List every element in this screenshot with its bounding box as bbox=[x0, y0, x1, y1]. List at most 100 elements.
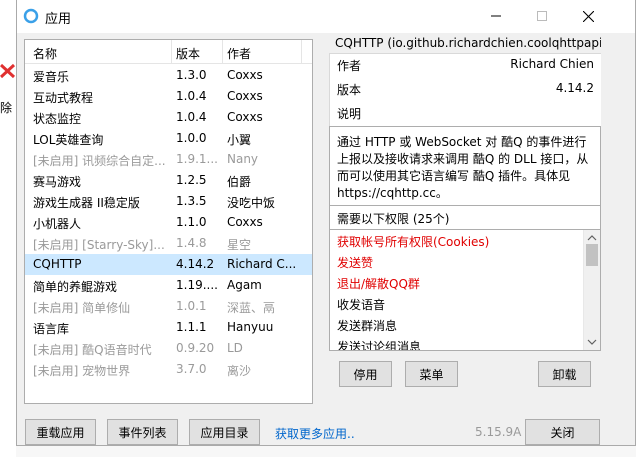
maximize-button[interactable] bbox=[519, 0, 565, 32]
app-row[interactable]: 爱音乐 1.3.0 Coxxs bbox=[25, 65, 312, 86]
minimize-button[interactable] bbox=[473, 0, 519, 32]
app-row[interactable]: [未启用] 讯频综合自定... 1.9.1... Nany bbox=[25, 149, 312, 170]
column-header-version[interactable]: 版本 bbox=[176, 45, 200, 62]
app-name-cell: [未启用] 宠物世界 bbox=[33, 364, 131, 378]
app-author-cell: Richard C... bbox=[227, 257, 297, 271]
meta-desc-label: 说明 bbox=[337, 107, 362, 121]
background-partial-text: 除 bbox=[0, 101, 13, 115]
permissions-title: 需要以下权限 (25个) bbox=[337, 212, 450, 226]
column-divider[interactable] bbox=[301, 40, 302, 64]
menu-button[interactable]: 菜单 bbox=[405, 361, 458, 387]
app-author-cell: Coxxs bbox=[227, 68, 263, 82]
column-header-name[interactable]: 名称 bbox=[33, 45, 57, 62]
maximize-icon bbox=[537, 11, 547, 21]
apps-window: 应用 名称 版本 作者 爱音乐 1.3.0 Coxxs 互动式教程 1.0.4 Coxxs… bbox=[16, 0, 636, 446]
uninstall-button[interactable]: 卸载 bbox=[538, 361, 591, 387]
close-x-icon bbox=[0, 63, 16, 79]
app-name-cell: [未启用] 讯频综合自定... bbox=[33, 154, 166, 168]
app-author-cell: 小翼 bbox=[227, 133, 252, 147]
app-name-cell: CQHTTP bbox=[33, 257, 82, 271]
app-row[interactable]: 互动式教程 1.0.4 Coxxs bbox=[25, 86, 312, 107]
app-author-cell: Coxxs bbox=[227, 89, 263, 103]
app-row[interactable]: 赛马游戏 1.2.5 伯爵 bbox=[25, 170, 312, 191]
meta-desc-row: 说明 bbox=[330, 102, 601, 126]
app-version-cell: 1.3.5 bbox=[176, 194, 207, 208]
permission-item: 收发语音 bbox=[337, 298, 386, 312]
app-row[interactable]: [未启用] 酷Q语音时代 0.9.20 LD bbox=[25, 338, 312, 359]
app-author-cell: LD bbox=[227, 341, 243, 355]
meta-version-label: 版本 bbox=[337, 83, 362, 97]
app-name-cell: [未启用] 简单修仙 bbox=[33, 301, 131, 315]
app-name-cell: 爱音乐 bbox=[33, 70, 70, 84]
column-divider[interactable] bbox=[171, 40, 172, 64]
app-author-cell: 伯爵 bbox=[227, 175, 252, 189]
app-author-cell: 没吃中饭 bbox=[227, 196, 276, 210]
app-row[interactable]: 游戏生成器 II稳定版 1.3.5 没吃中饭 bbox=[25, 191, 312, 212]
app-version-label: 5.15.9A bbox=[475, 425, 522, 439]
app-version-cell: 4.14.2 bbox=[176, 257, 215, 271]
scroll-thumb[interactable] bbox=[586, 244, 598, 266]
plugin-full-name: CQHTTP (io.github.richardchien.coolqhttp… bbox=[335, 36, 601, 50]
permissions-list[interactable]: 获取帐号所有权限(Cookies) 发送赞 退出/解散QQ群 收发语音 发送群消息 发送讨… bbox=[329, 230, 601, 351]
app-version-cell: 1.0.0 bbox=[176, 131, 207, 145]
background-strip bbox=[16, 446, 636, 457]
app-directory-button[interactable]: 应用目录 bbox=[189, 419, 260, 445]
app-version-cell: 0.9.20 bbox=[176, 341, 215, 355]
app-version-cell: 1.4.8 bbox=[176, 236, 207, 250]
permission-item: 发送讨论组消息 bbox=[337, 340, 422, 351]
app-version-cell: 1.0.4 bbox=[176, 110, 207, 124]
scroll-down-icon[interactable] bbox=[587, 337, 597, 347]
plugin-description: 通过 HTTP 或 WebSocket 对 酷Q 的事件进行上报以及接收请求来调… bbox=[337, 135, 589, 200]
window-title: 应用 bbox=[45, 12, 72, 27]
app-version-cell: 1.0.4 bbox=[176, 89, 207, 103]
meta-version-row: 版本 4.14.2 bbox=[330, 78, 601, 102]
disable-button[interactable]: 停用 bbox=[339, 361, 392, 387]
app-version-cell: 1.9.1... bbox=[176, 152, 218, 166]
minimize-icon bbox=[491, 15, 501, 17]
app-row[interactable]: LOL英雄查询 1.0.0 小翼 bbox=[25, 128, 312, 149]
get-more-apps-link[interactable]: 获取更多应用.. bbox=[275, 425, 355, 442]
close-icon bbox=[582, 10, 594, 22]
app-list[interactable]: 名称 版本 作者 爱音乐 1.3.0 Coxxs 互动式教程 1.0.4 Coxxs 状态监… bbox=[24, 39, 313, 404]
app-row[interactable]: 简单的养鲲游戏 1.19.... Agam bbox=[25, 275, 312, 296]
event-list-button[interactable]: 事件列表 bbox=[107, 419, 178, 445]
app-row[interactable]: 语言库 1.1.1 Hanyuu bbox=[25, 317, 312, 338]
app-author-cell: Coxxs bbox=[227, 110, 263, 124]
app-name-cell: 语言库 bbox=[33, 322, 70, 336]
scroll-up-icon[interactable] bbox=[587, 233, 597, 243]
close-window-button[interactable] bbox=[565, 0, 611, 32]
app-author-cell: 深蓝、鬲 bbox=[227, 301, 276, 315]
app-row[interactable]: 状态监控 1.0.4 Coxxs bbox=[25, 107, 312, 128]
meta-author-value: Richard Chien bbox=[510, 57, 594, 71]
reload-apps-button[interactable]: 重载应用 bbox=[25, 419, 96, 445]
app-name-cell: [未启用] 酷Q语音时代 bbox=[33, 343, 152, 357]
app-name-cell: 小机器人 bbox=[33, 217, 82, 231]
app-name-cell: 简单的养鲲游戏 bbox=[33, 280, 118, 294]
permission-item: 发送群消息 bbox=[337, 319, 398, 333]
column-divider[interactable] bbox=[222, 40, 223, 64]
app-row[interactable]: [未启用] 宠物世界 3.7.0 离沙 bbox=[25, 359, 312, 380]
app-row[interactable]: CQHTTP 4.14.2 Richard C... bbox=[25, 254, 312, 275]
app-name-cell: 游戏生成器 II稳定版 bbox=[33, 196, 140, 210]
app-version-cell: 1.1.1 bbox=[176, 320, 207, 334]
title-bar[interactable]: 应用 bbox=[17, 0, 635, 33]
permissions-scrollbar[interactable] bbox=[583, 230, 600, 350]
app-row[interactable]: 小机器人 1.1.0 Coxxs bbox=[25, 212, 312, 233]
close-button[interactable]: 关闭 bbox=[525, 419, 600, 445]
app-name-cell: 赛马游戏 bbox=[33, 175, 82, 189]
app-author-cell: Hanyuu bbox=[227, 320, 274, 334]
column-header-author[interactable]: 作者 bbox=[227, 45, 251, 62]
app-author-cell: 星空 bbox=[227, 238, 252, 252]
app-row[interactable]: [未启用] [Starry-Sky]... 1.4.8 星空 bbox=[25, 233, 312, 254]
app-logo-icon bbox=[23, 8, 39, 24]
description-box: 通过 HTTP 或 WebSocket 对 酷Q 的事件进行上报以及接收请求来调… bbox=[329, 126, 601, 206]
app-name-cell: [未启用] [Starry-Sky]... bbox=[33, 238, 165, 252]
app-name-cell: 状态监控 bbox=[33, 112, 82, 126]
app-row[interactable]: [未启用] 简单修仙 1.0.1 深蓝、鬲 bbox=[25, 296, 312, 317]
meta-author-row: 作者 Richard Chien bbox=[330, 54, 601, 78]
app-version-cell: 1.3.0 bbox=[176, 68, 207, 82]
app-author-cell: Agam bbox=[227, 278, 262, 292]
permissions-header: 需要以下权限 (25个) bbox=[329, 206, 601, 230]
permission-item: 获取帐号所有权限(Cookies) bbox=[337, 235, 490, 249]
app-author-cell: Nany bbox=[227, 152, 259, 166]
